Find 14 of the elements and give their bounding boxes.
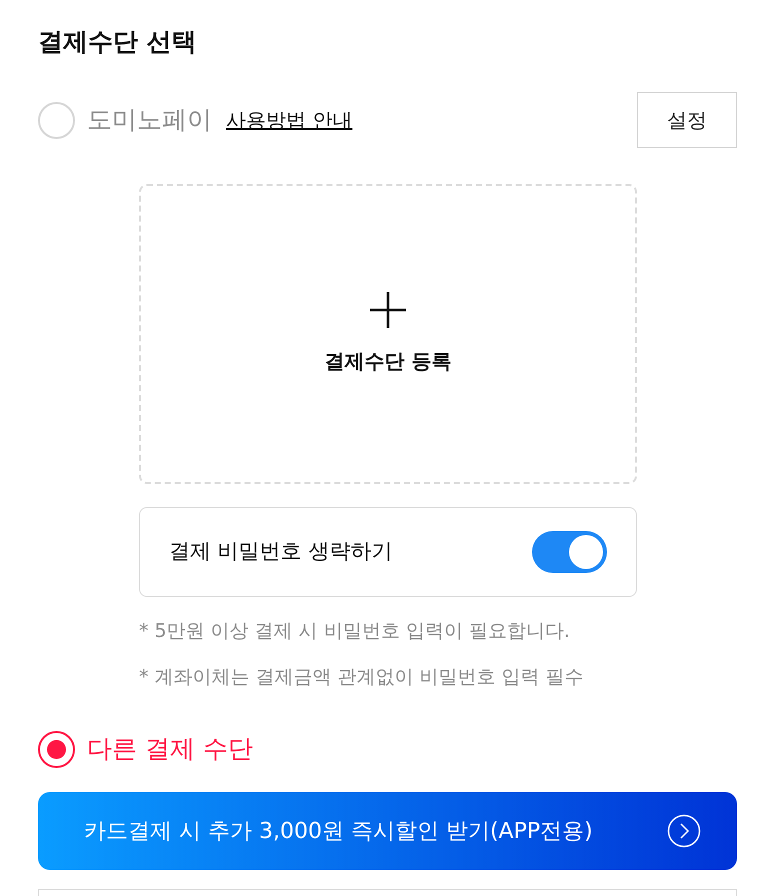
option-label: 다른 결제 수단 xyxy=(87,733,253,766)
radio-button[interactable] xyxy=(38,730,75,768)
option-label: 도미노페이 xyxy=(87,104,212,136)
note-text: * 5만원 이상 결제 시 비밀번호 입력이 필요합니다. xyxy=(139,619,571,644)
discount-banner[interactable]: 카드결제 시 추가 3,000원 즉시할인 받기(APP전용) xyxy=(38,792,737,870)
guide-link[interactable]: 사용방법 안내 xyxy=(226,105,352,135)
chevron-right-circle-icon xyxy=(667,814,701,848)
note-text: * 계좌이체는 결제금액 관계없이 비밀번호 입력 필수 xyxy=(139,665,585,690)
plus-icon xyxy=(370,292,406,328)
register-payment-card[interactable]: 결제수단 등록 xyxy=(139,184,637,484)
settings-button[interactable]: 설정 xyxy=(637,92,737,148)
toggle-switch[interactable] xyxy=(532,531,607,573)
section-title: 결제수단 선택 xyxy=(38,26,198,58)
password-skip-label: 결제 비밀번호 생략하기 xyxy=(169,538,392,566)
